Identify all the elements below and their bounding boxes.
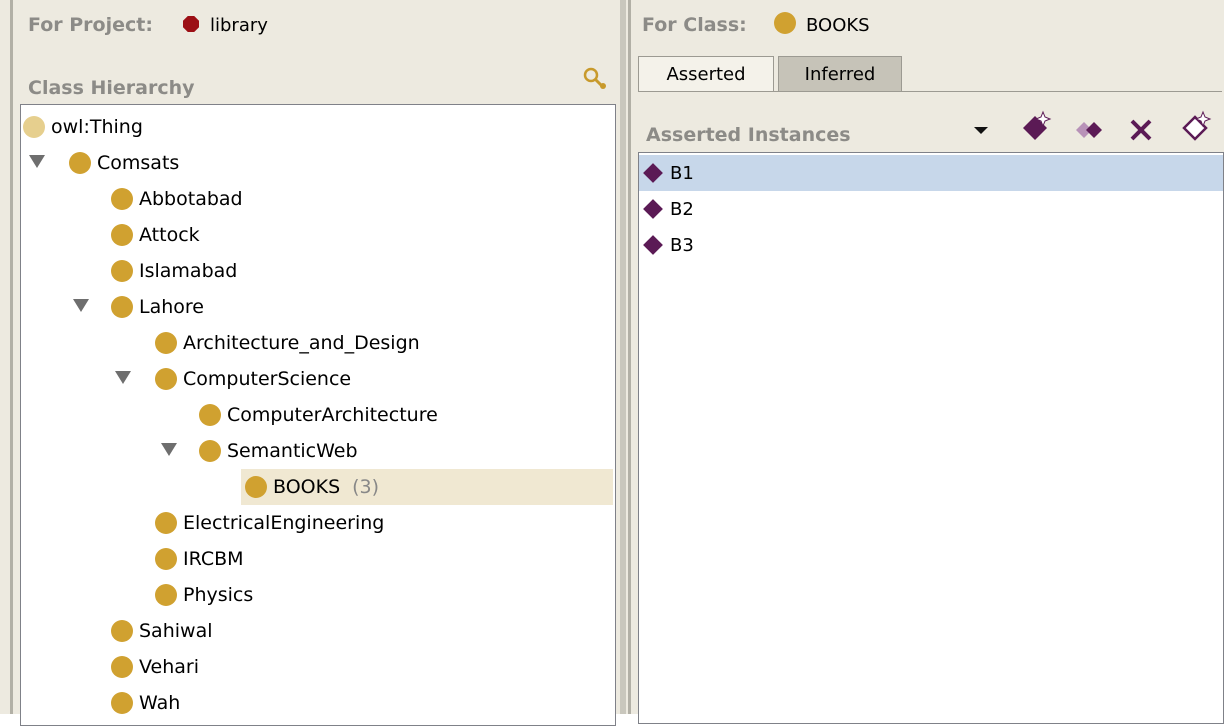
class-icon xyxy=(155,584,177,606)
collapse-toggle-semanticweb[interactable] xyxy=(161,443,177,456)
tree-item-label: Wah xyxy=(139,692,181,714)
class-icon xyxy=(155,332,177,354)
tree-item-label: ComputerArchitecture xyxy=(227,404,438,426)
tab-asserted[interactable]: Asserted xyxy=(638,56,774,91)
tree-item-ircbm[interactable]: IRCBM xyxy=(155,541,244,577)
tree-item-owl-thing[interactable]: owl:Thing xyxy=(23,109,143,145)
create-instance-icon[interactable] xyxy=(1018,110,1052,144)
dropdown-arrow-icon[interactable] xyxy=(968,118,994,142)
tree-item-semanticweb[interactable]: SemanticWeb xyxy=(199,433,358,469)
class-icon xyxy=(774,12,796,34)
class-icon xyxy=(111,260,133,282)
instance-icon xyxy=(643,163,663,183)
collapse-toggle-computerscience[interactable] xyxy=(115,371,131,384)
instance-icon xyxy=(643,199,663,219)
tree-item-label: IRCBM xyxy=(183,548,244,570)
tree-item-label: Architecture_and_Design xyxy=(183,332,420,354)
project-name: library xyxy=(210,15,268,36)
tree-item-label: ElectricalEngineering xyxy=(183,512,385,534)
tree-item-label: Islamabad xyxy=(139,260,238,282)
instance-row-b3[interactable]: B3 xyxy=(639,227,1223,263)
tree-item-architecture-and-design[interactable]: Architecture_and_Design xyxy=(155,325,420,361)
class-icon xyxy=(111,188,133,210)
class-icon xyxy=(199,440,221,462)
tree-item-electricalengineering[interactable]: ElectricalEngineering xyxy=(155,505,384,541)
class-icon xyxy=(199,404,221,426)
class-icon xyxy=(23,116,45,138)
instance-count: (3) xyxy=(352,476,380,498)
tree-item-lahore[interactable]: Lahore xyxy=(111,289,204,325)
class-icon xyxy=(111,296,133,318)
tree-item-label: BOOKS xyxy=(273,476,341,498)
tree-item-label: SemanticWeb xyxy=(227,440,358,462)
instance-label: B3 xyxy=(670,234,694,256)
class-icon xyxy=(111,656,133,678)
collapse-toggle-lahore[interactable] xyxy=(73,299,89,312)
class-icon xyxy=(111,620,133,642)
instance-icon xyxy=(643,235,663,255)
tree-item-physics[interactable]: Physics xyxy=(155,577,253,613)
class-tree[interactable]: owl:Thing Comsats Abbotabad Attock Islam… xyxy=(20,104,616,726)
asserted-instances-list[interactable]: B1 B2 B3 xyxy=(638,152,1224,724)
tree-item-comsats[interactable]: Comsats xyxy=(69,145,179,181)
tree-item-attock[interactable]: Attock xyxy=(111,217,200,253)
edit-instance-icon[interactable] xyxy=(1178,110,1212,144)
tree-item-computerscience[interactable]: ComputerScience xyxy=(155,361,351,397)
class-icon xyxy=(245,476,267,498)
class-icon xyxy=(69,152,91,174)
instance-row-b2[interactable]: B2 xyxy=(639,191,1223,227)
class-hierarchy-title: Class Hierarchy xyxy=(28,77,195,99)
tree-item-vehari[interactable]: Vehari xyxy=(111,649,199,685)
class-name: BOOKS xyxy=(806,15,870,36)
collapse-toggle-comsats[interactable] xyxy=(29,155,45,168)
instance-row-b1[interactable]: B1 xyxy=(639,155,1223,191)
class-browser-pane: For Project: library Class Hierarchy owl… xyxy=(0,0,620,726)
instance-label: B1 xyxy=(670,162,694,184)
tree-item-label: Comsats xyxy=(97,152,180,174)
class-icon xyxy=(155,368,177,390)
project-icon xyxy=(183,16,199,32)
tab-divider xyxy=(638,91,1222,92)
tree-item-computerarchitecture[interactable]: ComputerArchitecture xyxy=(199,397,438,433)
tree-item-islamabad[interactable]: Islamabad xyxy=(111,253,237,289)
class-label: For Class: xyxy=(642,14,747,36)
tree-item-label: Abbotabad xyxy=(139,188,243,210)
instance-label: B2 xyxy=(670,198,694,220)
tree-item-sahiwal[interactable]: Sahiwal xyxy=(111,613,213,649)
tree-item-label: ComputerScience xyxy=(183,368,352,390)
delete-instance-icon[interactable] xyxy=(1126,114,1156,144)
right-border xyxy=(628,0,631,714)
tree-item-label: Lahore xyxy=(139,296,204,318)
copy-instance-icon[interactable] xyxy=(1074,114,1108,144)
tree-item-abbotabad[interactable]: Abbotabad xyxy=(111,181,243,217)
tab-inferred[interactable]: Inferred xyxy=(778,56,902,92)
tree-item-label: owl:Thing xyxy=(51,116,143,138)
project-label: For Project: xyxy=(28,14,153,36)
search-class-icon[interactable] xyxy=(582,66,608,92)
tree-item-books[interactable]: BOOKS (3) xyxy=(245,469,379,505)
tree-item-label: Vehari xyxy=(139,656,199,678)
class-icon xyxy=(155,512,177,534)
tree-item-label: Sahiwal xyxy=(139,620,213,642)
class-icon xyxy=(111,692,133,714)
left-border xyxy=(10,0,13,714)
class-icon xyxy=(111,224,133,246)
tree-item-wah[interactable]: Wah xyxy=(111,685,180,721)
tree-item-label: Physics xyxy=(183,584,254,606)
tree-item-label: Attock xyxy=(139,224,200,246)
class-icon xyxy=(155,548,177,570)
asserted-instances-title: Asserted Instances xyxy=(646,124,851,146)
